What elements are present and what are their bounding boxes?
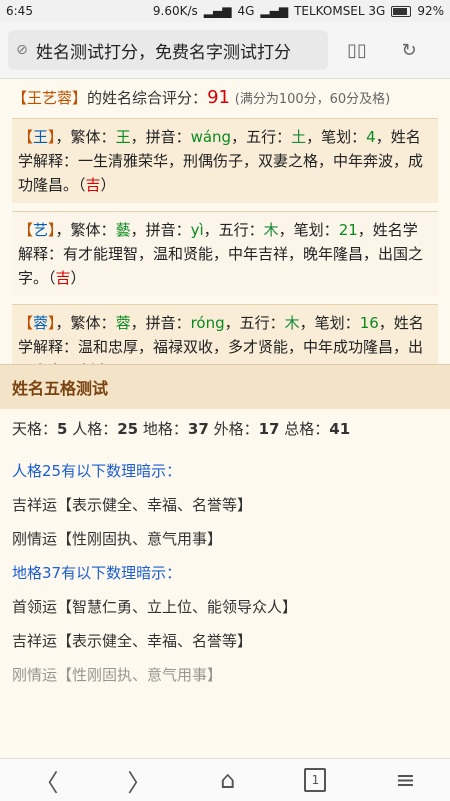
list-header: 地格37有以下数理暗示： [12, 564, 182, 582]
network-speed: 9.60K/s [152, 4, 198, 18]
address-bar: ⊘ 姓名测试打分，免费名字测试打分 ▯▯ ↻ [0, 22, 450, 79]
name-bracket: 【王艺蓉】 [12, 89, 88, 107]
list-header: 人格25有以下数理暗示： [12, 462, 182, 480]
list-item: 首领运【智慧仁勇、立上位、能领导众人】 [12, 598, 298, 616]
back-icon[interactable]: 〈 [34, 763, 58, 798]
score-note: (满分为100分，60分及格) [234, 92, 391, 107]
battery-level: 92% [417, 4, 444, 18]
carrier: TELKOMSEL 3G [294, 4, 386, 18]
wuge-values: 天格：5 人格：25 地格：37 外格：17 总格：41 [12, 420, 351, 438]
char-card-2: 【艺】，繁体：藝，拼音：yì，五行：木，笔划：21，姓名学解释：有才能理智，温和… [12, 211, 438, 296]
list-item: 吉祥运【表示健全、幸福、名誉等】 [12, 632, 253, 650]
hint-list: 人格25有以下数理暗示： 吉祥运【表示健全、幸福、名誉等】 刚情运【性刚固执、意… [12, 454, 438, 692]
wuge-section-header: 姓名五格测试 [0, 364, 450, 409]
status-icons: 9.60K/s ▂▄▆ 4G ▂▄▆ TELKOMSEL 3G 92% [153, 4, 444, 18]
char-card-1: 【王】，繁体：王，拼音：wáng，五行：土，笔划：4，姓名学解释：一生清雅荣华，… [12, 118, 438, 203]
list-item: 刚情运【性刚固执、意气用事】 [12, 666, 223, 684]
menu-icon[interactable]: ≡ [395, 766, 415, 794]
forward-icon[interactable]: 〉 [127, 763, 151, 798]
url-text[interactable]: 姓名测试打分，免费名字测试打分 [36, 38, 324, 63]
refresh-icon[interactable]: ↻ [396, 38, 422, 64]
battery-icon [391, 5, 412, 17]
home-icon[interactable]: ⌂ [220, 766, 235, 794]
score-prefix: 的姓名综合评分： [87, 89, 208, 107]
score-value: 91 [207, 87, 230, 108]
status-time: 6:45 [6, 4, 33, 18]
reader-mode-icon[interactable]: ▯▯ [344, 38, 370, 64]
signal-icon: ▂▄▆ [203, 4, 232, 18]
site-icon: ⊘ [16, 42, 28, 58]
url-box[interactable]: ⊘ 姓名测试打分，免费名字测试打分 [8, 30, 328, 70]
char: 王 [33, 128, 49, 146]
list-item: 吉祥运【表示健全、幸福、名誉等】 [12, 496, 253, 514]
list-item: 刚情运【性刚固执、意气用事】 [12, 530, 223, 548]
section-title: 姓名五格测试 [12, 379, 109, 398]
score-line: 【王艺蓉】的姓名综合评分：91 (满分为100分，60分及格) [0, 78, 450, 118]
network-type: 4G [237, 4, 255, 18]
signal-icon-2: ▂▄▆ [260, 4, 289, 18]
status-bar: 6:45 9.60K/s ▂▄▆ 4G ▂▄▆ TELKOMSEL 3G 92% [0, 0, 450, 22]
tabs-button[interactable]: 1 [304, 768, 327, 792]
bottom-nav: 〈 〉 ⌂ 1 ≡ [0, 758, 450, 801]
